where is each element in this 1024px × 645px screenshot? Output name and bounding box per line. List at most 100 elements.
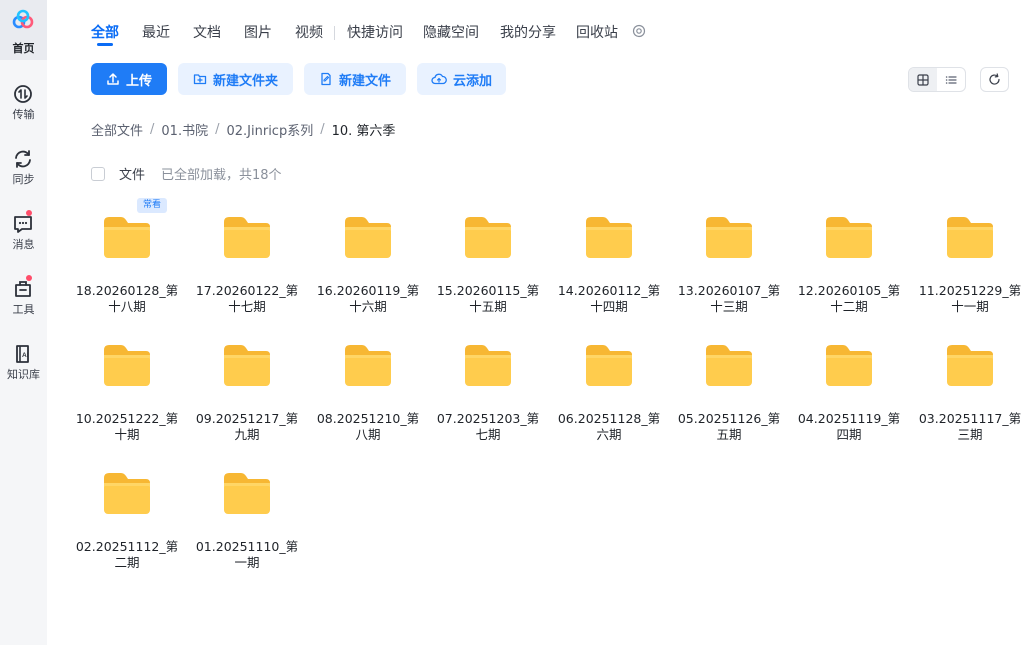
folder-name: 01.20251110_第一期 [195, 539, 299, 570]
folder-item[interactable]: 02.20251112_第二期 [67, 454, 187, 582]
folder-item[interactable]: 16.20260119_第十六期 [308, 198, 428, 326]
folder-item[interactable]: 03.20251117_第三期 [910, 326, 1024, 454]
folder-item[interactable]: 05.20251126_第五期 [669, 326, 789, 454]
tab-settings-icon[interactable] [632, 24, 646, 38]
item-count-text: 已全部加载，共18个 [161, 168, 282, 183]
folder-icon [706, 345, 752, 386]
folder-item[interactable]: 18.20260128_第十八期 常看 [67, 198, 187, 326]
tab-all[interactable]: 全部 [91, 22, 119, 46]
transfer-icon [14, 85, 32, 103]
select-all-checkbox[interactable] [91, 166, 105, 181]
cloud-add-button-label: 云添加 [452, 73, 492, 89]
sidebar-item-tools[interactable]: 工具 [0, 275, 47, 335]
sidebar-item-label: 传输 [12, 108, 35, 121]
upload-button[interactable]: 上传 [91, 63, 167, 95]
folder-name: 14.20260112_第十四期 [557, 283, 661, 314]
notification-dot [26, 275, 32, 281]
grid-view-icon [917, 73, 929, 86]
folder-item[interactable]: 07.20251203_第七期 [428, 326, 548, 454]
grid-view-button[interactable] [909, 68, 937, 91]
svg-text:AI: AI [22, 352, 29, 359]
tab-images[interactable]: 图片 [244, 22, 272, 42]
folder-icon [104, 217, 150, 258]
sync-icon [15, 150, 31, 168]
app-window: 首页 传输 同步 消息 工具 AI 知识库 全部 最近 文档 图片 视频 快捷访… [0, 0, 1024, 645]
folder-item[interactable]: 13.20260107_第十三期 [669, 198, 789, 326]
folder-item[interactable]: 11.20251229_第十一期 [910, 198, 1024, 326]
folder-name: 15.20260115_第十五期 [436, 283, 540, 314]
sidebar-item-knowledge-base[interactable]: AI 知识库 [0, 340, 47, 400]
sidebar-item-label: 首页 [12, 42, 35, 55]
folder-name: 17.20260122_第十七期 [195, 283, 299, 314]
tab-recycle-bin[interactable]: 回收站 [576, 22, 618, 42]
message-icon [14, 216, 32, 233]
ai-knowledge-icon: AI [16, 345, 29, 363]
baidu-cloud-logo-icon [12, 9, 34, 29]
folder-item[interactable]: 14.20260112_第十四期 [549, 198, 669, 326]
new-file-button[interactable]: 新建文件 [304, 63, 406, 95]
folder-item[interactable]: 01.20251110_第一期 [187, 454, 307, 582]
folder-item[interactable]: 08.20251210_第八期 [308, 326, 428, 454]
folder-name: 13.20260107_第十三期 [677, 283, 781, 314]
list-view-icon [945, 75, 957, 84]
cloud-upload-icon [431, 73, 447, 85]
tab-hidden-space[interactable]: 隐藏空间 [423, 22, 479, 42]
tab-recent[interactable]: 最近 [142, 22, 170, 42]
sidebar-item-label: 工具 [12, 303, 35, 316]
folder-icon [345, 217, 391, 258]
sidebar-item-label: 同步 [12, 173, 35, 186]
left-sidebar: 首页 传输 同步 消息 工具 AI 知识库 [0, 0, 47, 645]
notification-dot [26, 210, 32, 216]
folder-item[interactable]: 10.20251222_第十期 [67, 326, 187, 454]
folder-name: 11.20251229_第十一期 [918, 283, 1022, 314]
folder-item[interactable]: 17.20260122_第十七期 [187, 198, 307, 326]
breadcrumb-separator: / [215, 122, 220, 137]
list-view-button[interactable] [937, 68, 965, 91]
folder-icon [224, 345, 270, 386]
folder-icon [465, 217, 511, 258]
folder-item[interactable]: 15.20260115_第十五期 [428, 198, 548, 326]
refresh-button[interactable] [980, 67, 1009, 92]
folder-item[interactable]: 04.20251119_第四期 [789, 326, 909, 454]
folder-name: 12.20260105_第十二期 [797, 283, 901, 314]
tab-quick-access[interactable]: 快捷访问 [347, 22, 403, 42]
new-folder-button[interactable]: 新建文件夹 [178, 63, 293, 95]
refresh-icon [989, 73, 1000, 85]
new-folder-button-label: 新建文件夹 [212, 73, 278, 89]
tab-divider [334, 26, 335, 40]
folder-icon [224, 217, 270, 258]
tab-videos[interactable]: 视频 [295, 22, 323, 42]
folder-name: 10.20251222_第十期 [75, 411, 179, 442]
frequently-viewed-badge: 常看 [137, 198, 168, 213]
folder-name: 03.20251117_第三期 [918, 411, 1022, 442]
tab-documents[interactable]: 文档 [193, 22, 221, 42]
sidebar-item-sync[interactable]: 同步 [0, 145, 47, 205]
file-edit-icon [321, 72, 331, 86]
breadcrumb-item[interactable]: 02.Jinricp系列 [226, 120, 313, 139]
breadcrumb: 全部文件 / 01.书院 / 02.Jinricp系列 / 10. 第六季 [91, 120, 395, 139]
sidebar-item-label: 消息 [12, 238, 35, 251]
sidebar-item-messages[interactable]: 消息 [0, 210, 47, 270]
folder-name: 04.20251119_第四期 [797, 411, 901, 442]
folder-icon [947, 345, 993, 386]
sidebar-item-label: 知识库 [7, 368, 40, 381]
tab-my-shares[interactable]: 我的分享 [500, 22, 556, 42]
folder-name: 18.20260128_第十八期 [75, 283, 179, 314]
sidebar-item-transfer[interactable]: 传输 [0, 80, 47, 140]
breadcrumb-item[interactable]: 01.书院 [161, 120, 208, 139]
view-mode-toggle [908, 67, 966, 92]
folder-icon [826, 217, 872, 258]
upload-button-label: 上传 [125, 73, 152, 89]
new-file-button-label: 新建文件 [338, 73, 391, 89]
list-header-label: 文件 [119, 168, 146, 183]
cloud-add-button[interactable]: 云添加 [417, 63, 506, 95]
folder-name: 07.20251203_第七期 [436, 411, 540, 442]
folder-item[interactable]: 09.20251217_第九期 [187, 326, 307, 454]
sidebar-item-home[interactable]: 首页 [0, 0, 47, 60]
folder-item[interactable]: 06.20251128_第六期 [549, 326, 669, 454]
folder-icon [465, 345, 511, 386]
folder-icon [586, 345, 632, 386]
folder-icon [104, 345, 150, 386]
folder-item[interactable]: 12.20260105_第十二期 [789, 198, 909, 326]
breadcrumb-item[interactable]: 全部文件 [91, 120, 143, 139]
